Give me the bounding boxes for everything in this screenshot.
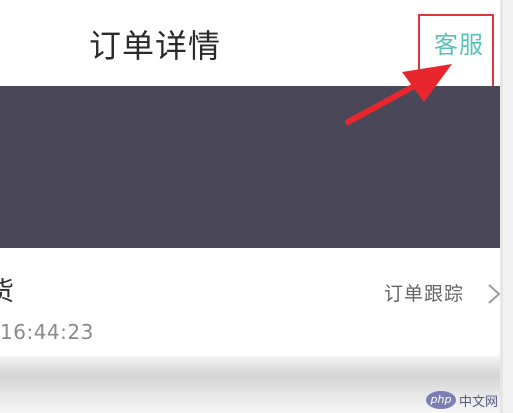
screenshot-frame: 订单详情 客服 货 16:44:23 订单跟踪 php 中文网 bbox=[0, 0, 513, 413]
watermark-text: 中文网 bbox=[459, 394, 499, 410]
order-time: 16:44:23 bbox=[0, 320, 94, 344]
order-status-banner bbox=[0, 86, 503, 248]
order-status-text: 货 bbox=[0, 277, 15, 307]
right-edge bbox=[503, 0, 513, 413]
chevron-right-icon[interactable] bbox=[487, 283, 501, 305]
php-logo-icon: php bbox=[426, 391, 456, 409]
page-title: 订单详情 bbox=[89, 27, 222, 65]
order-tracking-link[interactable]: 订单跟踪 bbox=[384, 280, 464, 308]
highlight-box-annotation bbox=[418, 14, 494, 90]
watermark: php 中文网 bbox=[426, 390, 498, 410]
